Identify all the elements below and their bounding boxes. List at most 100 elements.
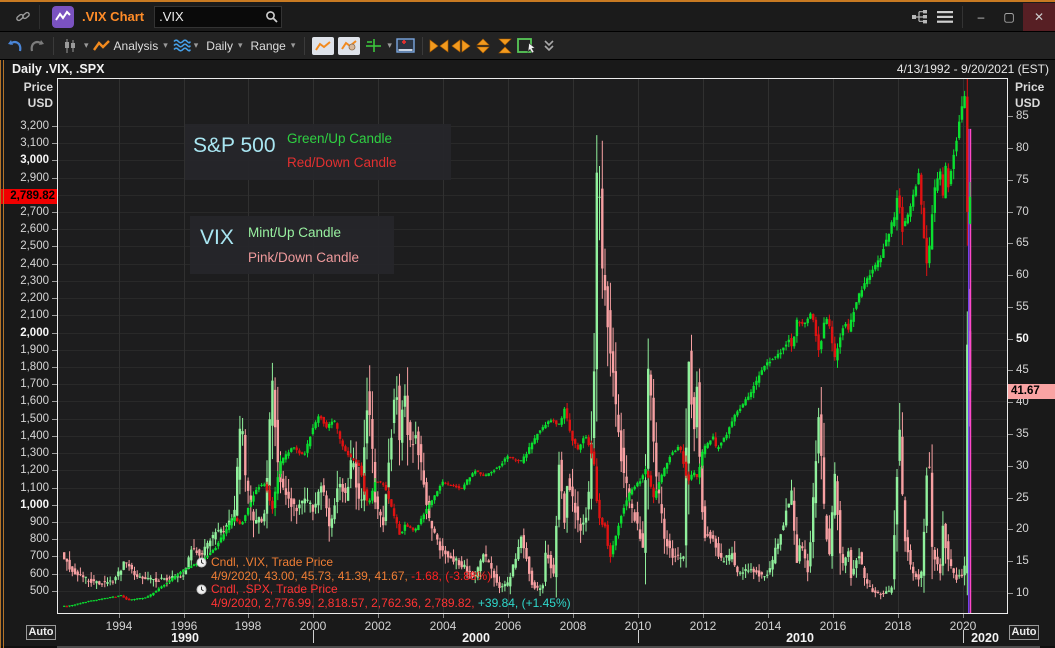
left-axis-tick: 700 [30, 549, 57, 563]
close-button[interactable]: ✕ [1023, 2, 1055, 31]
year-tick [638, 614, 639, 618]
vix-chart-window: .VIX Chart – ▢ ✕ [0, 0, 1055, 648]
interval-caret: ▾ [237, 40, 243, 50]
symbol-search-box[interactable] [154, 5, 283, 28]
add-pane-button[interactable] [396, 35, 416, 57]
search-icon[interactable] [261, 10, 281, 23]
left-axis-tick: 2,900 [20, 171, 57, 185]
maximize-button[interactable]: ▢ [995, 3, 1023, 31]
compress-vertical-button[interactable] [495, 35, 515, 57]
year-tick [768, 614, 769, 618]
candle-style-button[interactable] [60, 35, 80, 57]
left-price-axis[interactable]: Price USD 2,789.82 Auto 3,200 3,100 3,000 2… [0, 78, 57, 640]
redo-button[interactable] [27, 35, 47, 57]
left-axis-tick: 2,000 [20, 326, 57, 340]
waves-icon [173, 39, 191, 52]
left-axis-tick: 800 [30, 532, 57, 546]
year-label: 2008 [559, 619, 587, 633]
chart-header: Daily .VIX, .SPX 4/13/1992 - 9/20/2021 (… [0, 60, 1055, 78]
app-icon [52, 5, 74, 28]
menu-icon[interactable] [932, 5, 958, 29]
decade-label: 1990 [171, 631, 199, 645]
year-label: 2012 [689, 619, 717, 633]
right-price-axis[interactable]: Price USD 41.67 Auto 85 80 75 70 65 60 55 50 45 4… [1008, 78, 1055, 640]
wave-overlay-button[interactable]: ▾ [173, 35, 202, 57]
year-tick [963, 614, 964, 618]
level-tool-button[interactable] [363, 35, 383, 57]
right-axis-unit: USD [1015, 96, 1041, 110]
left-axis-tick: 1,500 [20, 412, 57, 426]
year-tick [378, 614, 379, 618]
right-axis-tick: 30 [1008, 459, 1029, 473]
line-chart-tool-button[interactable] [312, 36, 335, 55]
decade-boundary-tick [638, 630, 639, 643]
left-axis-tick: 2,500 [20, 239, 57, 253]
left-axis-tick: 2,600 [20, 222, 57, 236]
compress-horizontal-button[interactable] [451, 35, 471, 57]
left-axis-tick: 1,800 [20, 360, 57, 374]
toolbar-separator [421, 36, 423, 55]
year-label: 2018 [884, 619, 912, 633]
expand-vertical-button[interactable] [473, 35, 493, 57]
left-axis-tick: 1,900 [20, 343, 57, 357]
left-axis-tick: 2,200 [20, 291, 57, 305]
decade-label: 2010 [786, 631, 814, 645]
undo-button[interactable] [5, 35, 25, 57]
range-dropdown[interactable]: Range ▾ [247, 35, 298, 57]
spx-candles [63, 78, 972, 608]
toolbar-overflow-button[interactable] [539, 35, 559, 57]
range-caret: ▾ [290, 40, 296, 50]
right-axis-tick: 45 [1008, 363, 1029, 377]
chart-panel: Daily .VIX, .SPX 4/13/1992 - 9/20/2021 (… [0, 60, 1055, 648]
right-axis-tick: 60 [1008, 268, 1029, 282]
link-flow-icon[interactable] [906, 5, 932, 29]
left-axis-unit: USD [27, 96, 53, 110]
year-tick [119, 614, 120, 618]
selection-tool-button[interactable] [517, 35, 537, 57]
minimize-button[interactable]: – [967, 3, 995, 31]
right-axis-tick: 20 [1008, 522, 1029, 536]
candlestick-chart [57, 78, 1008, 614]
candle-style-caret[interactable]: ▾ [84, 40, 89, 51]
expand-horizontal-button[interactable] [429, 35, 449, 57]
year-label: 2002 [364, 619, 392, 633]
plot-area[interactable] [57, 78, 1008, 614]
right-axis-tick: 80 [1008, 141, 1029, 155]
time-axis[interactable]: 1994 1996 1998 2000 2002 2004 2006 2008 2010 2012… [0, 614, 1055, 646]
right-axis-tick: 25 [1008, 491, 1029, 505]
right-axis-tick: 75 [1008, 173, 1029, 187]
panel-edge-highlight [0, 60, 1, 648]
chart-drag-tool-button[interactable] [338, 36, 361, 55]
left-axis-tick: 2,100 [20, 308, 57, 322]
year-tick [248, 614, 249, 618]
link-channel-icon[interactable] [6, 4, 40, 29]
analysis-zigzag-icon [92, 39, 110, 51]
chart-title: Daily .VIX, .SPX [12, 62, 105, 76]
left-axis-tick: 1,100 [20, 481, 57, 495]
symbol-search-input[interactable] [155, 9, 262, 24]
right-axis-tick: 15 [1008, 554, 1029, 568]
decade-label: 2000 [462, 631, 490, 645]
right-axis-title: Price [1015, 80, 1045, 94]
left-axis-tick: 3,100 [20, 136, 57, 150]
title-bar: .VIX Chart – ▢ ✕ [0, 2, 1055, 32]
right-axis-tick: 10 [1008, 586, 1029, 600]
decade-boundary-tick [313, 630, 314, 643]
analysis-label: Analysis [113, 38, 159, 53]
year-tick [313, 614, 314, 618]
level-tool-caret[interactable]: ▾ [387, 40, 392, 51]
left-axis-tick: 1,600 [20, 394, 57, 408]
analysis-button[interactable]: Analysis ▾ [92, 35, 171, 57]
right-axis-tick: 65 [1008, 236, 1029, 250]
left-axis-tick: 3,000 [20, 153, 57, 167]
left-axis-tick: 600 [30, 567, 57, 581]
right-axis-tick: 55 [1008, 300, 1029, 314]
interval-label: Daily [206, 38, 233, 53]
chart-toolbar: ▾ Analysis ▾ ▾ Daily ▾ Range ▾ ▾ [0, 32, 1055, 60]
year-label: 1998 [234, 619, 262, 633]
left-axis-tick: 1,400 [20, 429, 57, 443]
window-controls-separator [962, 5, 963, 28]
toolbar-separator [53, 36, 54, 55]
interval-dropdown[interactable]: Daily ▾ [203, 35, 245, 57]
year-tick [703, 614, 704, 618]
